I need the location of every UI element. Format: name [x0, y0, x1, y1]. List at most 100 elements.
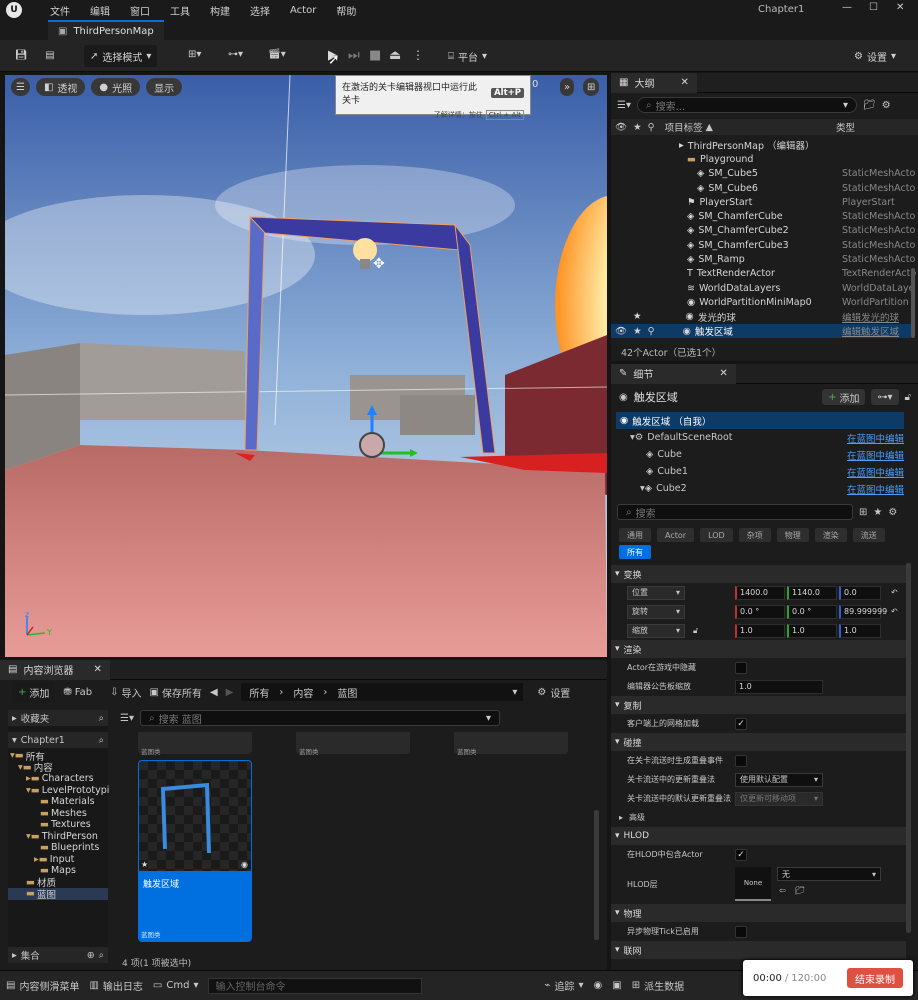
search-icon[interactable]: ⌕	[99, 950, 104, 961]
rotation-y-input[interactable]: 0.0 °	[787, 604, 837, 619]
list-item[interactable]: ▬ Playground	[611, 152, 911, 166]
tab-content-browser[interactable]: ▤ 内容浏览器 ✕	[0, 659, 110, 680]
reset-icon[interactable]: ↶	[891, 607, 898, 616]
edit-blueprint-link[interactable]: 编辑触发区域	[842, 324, 899, 338]
details-scrollbar[interactable]	[906, 563, 911, 933]
pin-icon[interactable]: ⚲	[648, 122, 655, 133]
gear-icon[interactable]: ⚙	[888, 507, 897, 518]
scale-z-input[interactable]: 1.0	[839, 623, 881, 638]
gear-icon[interactable]: ⚙	[882, 100, 891, 111]
add-button[interactable]: + 添加	[12, 681, 56, 703]
star-icon[interactable]: ★	[633, 122, 642, 133]
close-icon[interactable]: ✕	[93, 664, 101, 675]
details-search-input[interactable]: ⌕ 搜索	[617, 504, 853, 520]
tree-item[interactable]: ▸▬ Input	[8, 854, 108, 866]
category-general[interactable]: 通用	[619, 528, 651, 542]
section-hlod[interactable]: ▾ HLOD	[611, 827, 906, 845]
scale-x-input[interactable]: 1.0	[735, 623, 785, 638]
back-icon[interactable]: ◀	[210, 687, 218, 698]
category-misc[interactable]: 杂项	[738, 528, 771, 542]
filter-icon[interactable]: ☰▾	[120, 713, 134, 724]
blueprints-icon[interactable]: ⊶▾	[228, 49, 243, 60]
close-icon[interactable]: ✕	[719, 368, 727, 379]
add-folder-icon[interactable]: 📁︎	[863, 100, 876, 111]
tab-details[interactable]: ✎ 细节 ✕	[611, 363, 736, 384]
edit-in-blueprint-link[interactable]: 在蓝图中编辑	[847, 482, 904, 496]
reset-icon[interactable]: ↶	[891, 588, 898, 597]
menu-build[interactable]: 构建	[210, 3, 230, 18]
perspective-button[interactable]: ◧ 透视	[35, 78, 86, 96]
add-component-button[interactable]: + 添加	[822, 389, 866, 405]
column-label[interactable]: 项目标签	[665, 120, 703, 134]
component-row[interactable]: ◈ Cube1 在蓝图中编辑	[616, 463, 904, 480]
cinematics-icon[interactable]: 🎬︎▾	[268, 49, 286, 60]
list-item[interactable]: ◈ SM_ChamferCube3 StaticMeshActo	[611, 238, 915, 252]
section-transform[interactable]: ▾ 变换	[611, 565, 906, 583]
list-item[interactable]: 👁︎ ★ ⚲ ◉ 触发区域 编辑触发区域	[611, 323, 911, 339]
blueprint-options-button[interactable]: ⊶▾	[871, 389, 899, 405]
menu-edit[interactable]: 编辑	[90, 3, 110, 18]
location-z-input[interactable]: 0.0	[839, 585, 881, 600]
content-drawer-button[interactable]: ▤ 内容侧滑菜单	[6, 978, 79, 993]
favorites-header[interactable]: ▸ 收藏夹 ⌕	[8, 710, 108, 726]
section-network[interactable]: ▾ 联网	[611, 941, 906, 959]
breadcrumb-item[interactable]: 所有	[249, 685, 269, 700]
billboard-scale-input[interactable]: 1.0	[735, 679, 823, 694]
save-all-button[interactable]: ▣ 保存所有	[149, 685, 201, 700]
unreal-logo-icon[interactable]: U	[6, 2, 22, 18]
update-method-select[interactable]: 使用默认配置 ▾	[735, 772, 823, 787]
list-item[interactable]: ◉ WorldPartitionMiniMap0 WorldPartition	[611, 295, 911, 309]
menu-tools[interactable]: 工具	[170, 3, 190, 18]
search-icon[interactable]: ⌕	[99, 713, 104, 724]
add-actor-icon[interactable]: ⊞▾	[188, 49, 201, 60]
section-physics[interactable]: ▾ 物理	[611, 904, 906, 922]
cb-settings-button[interactable]: ⚙ 设置	[537, 685, 570, 700]
component-row[interactable]: ▾⚙ DefaultSceneRoot 在蓝图中编辑	[616, 429, 904, 446]
record-icon[interactable]: ◉	[594, 980, 603, 991]
lock-icon[interactable]: 🔓︎	[693, 626, 698, 636]
list-item[interactable]: ◈ SM_Cube5 StaticMeshActo	[611, 167, 915, 181]
generate-overlap-checkbox[interactable]	[735, 754, 747, 767]
category-rendering[interactable]: 渲染	[814, 528, 847, 542]
edit-blueprint-link[interactable]: 编辑发光的球	[842, 310, 899, 324]
screenshot-icon[interactable]: ▣	[612, 980, 621, 991]
outliner-scrollbar[interactable]	[911, 268, 915, 338]
list-item[interactable]: ▸ ThirdPersonMap （编辑器）	[611, 138, 911, 153]
tree-item[interactable]: ▬ 蓝图	[8, 888, 108, 901]
category-lod[interactable]: LOD	[700, 528, 733, 542]
asset-tile-partial[interactable]: 蓝图类	[138, 732, 252, 756]
maximize-icon[interactable]: ☐	[869, 2, 878, 13]
include-hlod-checkbox[interactable]: ✓	[735, 848, 747, 861]
rotation-x-input[interactable]: 0.0 °	[735, 604, 785, 619]
output-log-button[interactable]: ▥ 输出日志	[89, 978, 142, 993]
play-options-icon[interactable]: ⋮	[412, 48, 424, 62]
star-icon[interactable]: ★	[873, 507, 882, 518]
settings-button[interactable]: ⚙ 设置 ▾	[848, 45, 902, 67]
cmd-button[interactable]: ▭ Cmd ▾	[153, 980, 199, 991]
menu-select[interactable]: 选择	[250, 3, 270, 18]
stop-icon[interactable]: ■	[369, 48, 381, 63]
tree-item[interactable]: ▸▬ Characters	[8, 773, 108, 785]
location-dropdown[interactable]: 位置 ▾	[627, 585, 685, 600]
add-collection-icon[interactable]: ⊕	[87, 950, 95, 961]
location-y-input[interactable]: 1140.0	[787, 585, 837, 600]
scale-dropdown[interactable]: 缩放 ▾	[627, 623, 685, 638]
outliner-search-input[interactable]: ⌕ 搜索... ▾	[636, 97, 857, 113]
tree-item[interactable]: ▾▬ 内容	[8, 762, 108, 775]
layout-grid-icon[interactable]: ⊞	[583, 78, 600, 96]
rotation-dropdown[interactable]: 旋转 ▾	[627, 604, 685, 619]
breadcrumb-item[interactable]: 内容	[293, 685, 313, 700]
advanced-row[interactable]: ▸ 高级	[611, 808, 906, 827]
asset-scrollbar[interactable]	[594, 810, 599, 940]
tree-item[interactable]: ▬ Materials	[8, 796, 108, 808]
list-item[interactable]: ◈ SM_ChamferCube2 StaticMeshActo	[611, 224, 915, 238]
close-window-icon[interactable]: ✕	[896, 2, 904, 13]
category-streaming[interactable]: 流送	[852, 528, 885, 542]
lit-button[interactable]: ● 光照	[91, 78, 141, 96]
level-viewport[interactable]: ✥ z Y ☰ ◧ 透视 ● 光照 显示 » ⊞ 0	[5, 75, 607, 657]
component-row[interactable]: ▾◈ Cube2 在蓝图中编辑	[616, 480, 904, 497]
chevron-down-icon[interactable]: ▾	[512, 687, 517, 698]
hidden-in-game-checkbox[interactable]	[735, 661, 747, 674]
list-item[interactable]: ◈ SM_Ramp StaticMeshActo	[611, 252, 915, 266]
asset-tile-partial[interactable]: 蓝图类	[296, 732, 410, 756]
